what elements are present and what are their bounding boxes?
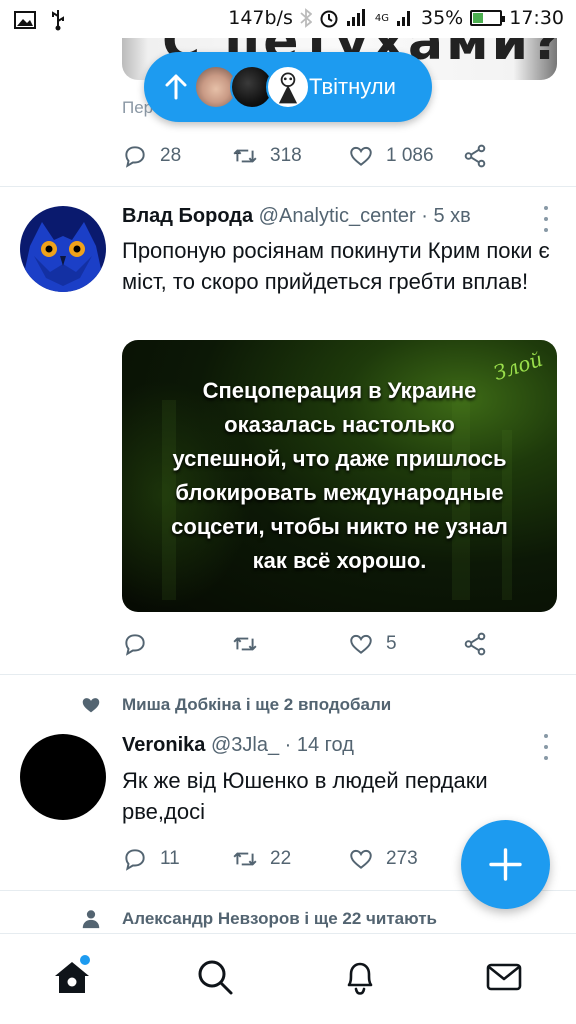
- arrow-up-icon: [165, 74, 187, 100]
- tweet-media[interactable]: Злой Спецоперация в Украине оказалась на…: [122, 340, 557, 612]
- compose-tweet-button[interactable]: [461, 820, 550, 909]
- heart-icon: [350, 849, 372, 869]
- more-options-icon[interactable]: [542, 734, 550, 760]
- tweet-actions: 5: [122, 627, 492, 661]
- tweet-header: Влад Борода @Analytic_center · 5 хв: [122, 205, 471, 228]
- search-icon: [198, 960, 233, 995]
- share-button[interactable]: [462, 139, 488, 173]
- battery-percent: 35%: [421, 7, 464, 29]
- timeline[interactable]: С петухами? Пер 28 318 1 086: [0, 38, 576, 933]
- usb-icon: [52, 10, 64, 31]
- tweet-time: · 5 хв: [421, 205, 471, 227]
- heart-icon: [350, 146, 372, 166]
- author-name[interactable]: Veronika: [122, 734, 205, 756]
- plus-icon: [489, 848, 522, 881]
- bluetooth-icon: [300, 8, 312, 28]
- gallery-icon: [14, 11, 36, 29]
- like-count: 273: [386, 848, 418, 869]
- nav-messages[interactable]: [481, 954, 527, 1000]
- messages-icon: [486, 963, 522, 991]
- reply-button[interactable]: 11: [122, 842, 180, 876]
- like-button[interactable]: 1 086: [348, 139, 434, 173]
- avatar[interactable]: [20, 734, 106, 820]
- reply-icon: [125, 634, 145, 656]
- network-type: 4G: [374, 12, 389, 24]
- new-tweets-pill[interactable]: Твітнули: [144, 52, 432, 122]
- nav-search[interactable]: [192, 954, 238, 1000]
- retweet-icon: [233, 637, 257, 651]
- author-handle[interactable]: @Analytic_center: [259, 205, 416, 227]
- signal-icon-2: [397, 11, 410, 26]
- like-count: 1 086: [386, 145, 434, 166]
- share-icon: [464, 144, 486, 168]
- network-speed: 147b/s: [228, 7, 293, 29]
- previous-tweet-actions: 28 318 1 086: [122, 139, 492, 173]
- retweet-button[interactable]: 22: [232, 842, 291, 876]
- heart-filled-icon: [82, 698, 100, 713]
- person-icon: [82, 910, 100, 929]
- retweet-icon: [232, 149, 257, 163]
- like-button[interactable]: 273: [348, 842, 418, 876]
- social-context-text[interactable]: Миша Добкіна і ще 2 вподобали: [122, 695, 391, 715]
- share-button[interactable]: [462, 627, 488, 661]
- pill-label: Твітнули: [309, 74, 396, 99]
- reply-count: 11: [160, 848, 180, 869]
- social-context-text[interactable]: Александр Невзоров і ще 22 читають: [122, 909, 437, 929]
- notifications-icon: [347, 962, 373, 995]
- owl-avatar-icon: [20, 206, 106, 292]
- tweet[interactable]: Влад Борода @Analytic_center · 5 хв Проп…: [0, 187, 576, 674]
- battery-icon: [470, 10, 506, 26]
- alarm-icon: [320, 10, 338, 28]
- signal-icon: [346, 9, 365, 26]
- retweet-button[interactable]: 318: [232, 139, 302, 173]
- author-handle[interactable]: @3Jla_: [211, 734, 279, 756]
- reply-button[interactable]: 28: [122, 139, 181, 173]
- more-options-icon[interactable]: [542, 206, 550, 232]
- reply-count: 28: [160, 145, 182, 166]
- tweet-text: Пропоную росіянам покинути Крим поки є м…: [122, 238, 550, 294]
- avatar[interactable]: [20, 206, 106, 292]
- like-count: 5: [386, 633, 397, 654]
- heart-icon: [350, 634, 372, 654]
- author-name[interactable]: Влад Борода: [122, 205, 253, 227]
- reply-icon: [125, 146, 145, 168]
- tweet-text: Як же від Юшенко в людей пердаки рве,дос…: [122, 768, 488, 824]
- clock: 17:30: [509, 7, 564, 29]
- share-icon: [464, 632, 486, 656]
- bottom-navigation: [0, 933, 576, 1024]
- retweet-icon: [233, 852, 257, 866]
- pill-avatar-3: [266, 65, 310, 109]
- media-caption: Спецоперация в Украине оказалась настоль…: [171, 378, 508, 573]
- nav-notifications[interactable]: [337, 954, 383, 1000]
- social-context: Миша Добкіна і ще 2 вподобали: [80, 694, 391, 716]
- reply-icon: [125, 849, 145, 871]
- retweet-button[interactable]: [232, 627, 270, 661]
- retweet-count: 318: [270, 145, 302, 166]
- social-context: Александр Невзоров і ще 22 читають: [80, 908, 437, 930]
- tweet-header: Veronika @3Jla_ · 14 год: [122, 734, 354, 757]
- status-bar: 147b/s 4G 35% 17:30: [0, 0, 576, 38]
- like-button[interactable]: 5: [348, 627, 397, 661]
- notification-dot: [80, 955, 90, 965]
- reply-button[interactable]: [122, 627, 160, 661]
- retweet-count: 22: [270, 848, 292, 869]
- tweet-actions: 11 22 273: [122, 842, 492, 876]
- battery-fill: [473, 13, 484, 23]
- tweet-time: · 14 год: [284, 734, 354, 756]
